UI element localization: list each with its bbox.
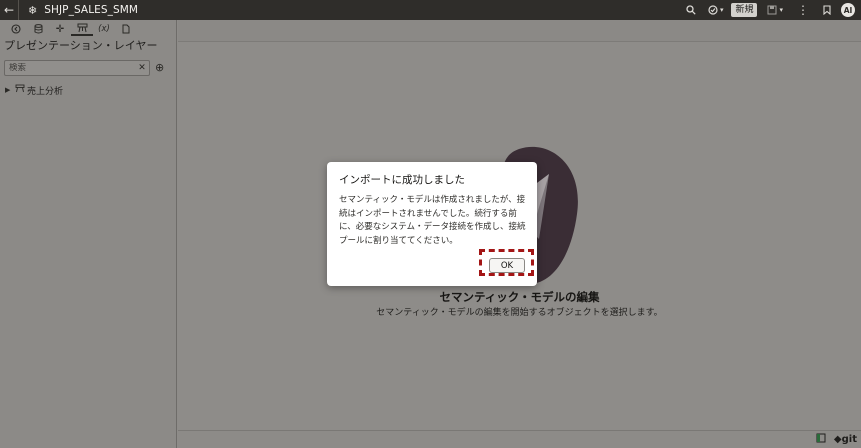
search-box: ✕: [4, 60, 150, 76]
back-arrow-icon[interactable]: ←: [0, 3, 18, 17]
document-icon[interactable]: [115, 22, 137, 36]
import-success-dialog: インポートに成功しました セマンティック・モデルは作成されましたが、接 続はイン…: [327, 162, 537, 286]
move-icon[interactable]: ✛: [49, 22, 71, 36]
main-toolbar: [178, 20, 861, 42]
git-diamond-icon: ◆: [833, 434, 842, 445]
ok-button[interactable]: OK: [489, 258, 525, 273]
app-root: ← ❄ SHJP_SALES_SMM ▾ 新規 ▾ ⋮ AI ✛ (x) プレゼ…: [0, 0, 861, 448]
back-icon[interactable]: [5, 22, 27, 36]
panel-toggle-icon[interactable]: [816, 433, 826, 446]
chevron-down-icon[interactable]: ▾: [720, 6, 724, 14]
presentation-icon: [15, 84, 27, 96]
search-input[interactable]: [5, 63, 135, 73]
more-vertical-icon[interactable]: ⋮: [797, 3, 809, 17]
empty-state-subtitle: セマンティック・モデルの編集を開始するオブジェクトを選択します。: [376, 308, 663, 318]
header-actions: ▾ 新規 ▾ ⋮ AI: [686, 0, 861, 20]
clear-icon[interactable]: ✕: [135, 63, 149, 73]
save-icon[interactable]: [767, 5, 777, 15]
check-circle-icon[interactable]: [708, 5, 718, 15]
bottom-bar: [178, 430, 861, 448]
panel-toolbar: ✛ (x): [0, 20, 176, 38]
dialog-message-line: セマンティック・モデルは作成されましたが、接: [339, 195, 526, 205]
dialog-message: セマンティック・モデルは作成されましたが、接 続はインポートされませんでした。続…: [339, 194, 527, 248]
avatar[interactable]: AI: [841, 3, 855, 17]
header-divider: [18, 0, 19, 20]
caret-right-icon[interactable]: ▶: [5, 86, 15, 94]
tree-item-label: 売上分析: [27, 86, 64, 97]
search-icon[interactable]: [686, 5, 696, 15]
dialog-message-line: 続はインポートされませんでした。続行する前: [339, 208, 517, 219]
save-chevron-icon[interactable]: ▾: [779, 6, 783, 14]
variable-icon[interactable]: (x): [93, 22, 115, 36]
add-circle-icon[interactable]: ⊕: [155, 61, 164, 74]
dialog-title: インポートに成功しました: [339, 174, 465, 186]
dialog-message-line: プールに割り当ててください。: [339, 235, 458, 246]
bookmark-icon[interactable]: [823, 5, 831, 15]
model-title: SHJP_SALES_SMM: [44, 4, 139, 16]
top-header: ← ❄ SHJP_SALES_SMM ▾ 新規 ▾ ⋮ AI: [0, 0, 861, 20]
model-snowflake-icon: ❄: [28, 3, 38, 17]
new-button[interactable]: 新規: [731, 3, 758, 17]
git-label: git: [841, 434, 857, 445]
presentation-layer-panel: ✛ (x) プレゼンテーション・レイヤー ✕ ⊕ ▶ 売上分析: [0, 20, 177, 448]
bottom-tools: ◆git: [816, 433, 857, 446]
presentation-icon[interactable]: [71, 22, 93, 36]
database-icon[interactable]: [27, 22, 49, 36]
dialog-message-line: に、必要なシステム・データ接続を作成し、接続: [339, 222, 526, 232]
panel-title: プレゼンテーション・レイヤー: [4, 39, 158, 52]
empty-state-title: セマンティック・モデルの編集: [439, 290, 600, 304]
tree-item[interactable]: ▶ 売上分析: [5, 83, 63, 97]
git-button[interactable]: ◆git: [834, 434, 857, 445]
